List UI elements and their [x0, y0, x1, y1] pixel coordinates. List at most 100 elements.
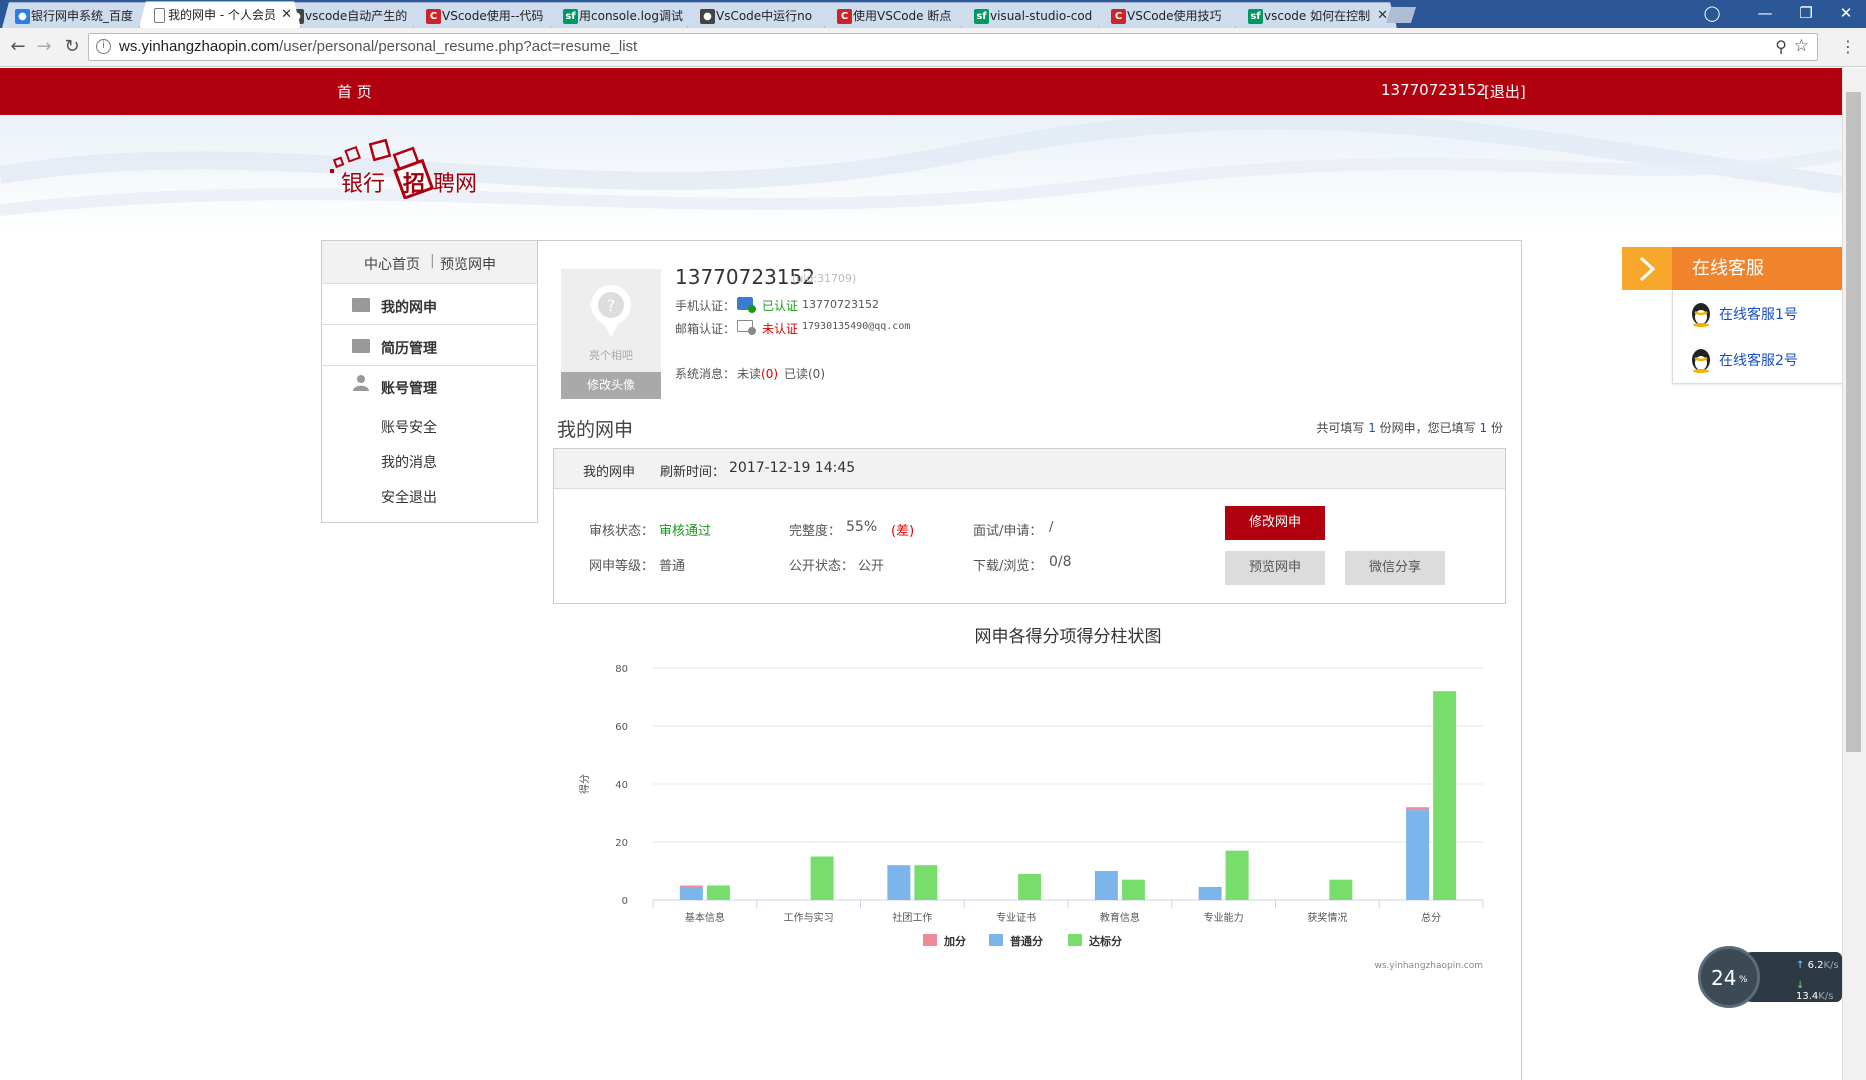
y-tick-label: 40: [615, 780, 628, 791]
x-tick-label: 专业证书: [996, 911, 1036, 924]
browser-tab[interactable]: ●vscode自动产生的✕: [276, 2, 438, 28]
browser-tab-title: 银行网申系统_百度: [31, 9, 134, 23]
new-tab-button[interactable]: [1386, 7, 1416, 23]
info-icon[interactable]: i: [96, 39, 111, 54]
logo-text-right: 聘网: [433, 172, 478, 197]
legend-swatch: [923, 934, 937, 946]
browser-tab[interactable]: CVSCode使用技巧✕: [1098, 2, 1260, 28]
sf-icon: sf: [563, 9, 578, 24]
avatar-placeholder-icon: ?: [591, 285, 631, 337]
download-label: 下载/浏览：: [973, 559, 1043, 574]
avatar: ? 亮个相吧 修改头像: [561, 269, 661, 399]
address-bar: ← → ↻ i ws.yinhangzhaopin.com/user/perso…: [0, 28, 1866, 67]
browser-tab[interactable]: C使用VSCode 断点✕: [824, 2, 986, 28]
service-title: 在线客服: [1672, 247, 1842, 290]
bar-达标分: [810, 856, 834, 900]
browser-tab[interactable]: ●银行网申系统_百度✕: [2, 2, 164, 28]
csdn-c-icon: C: [1111, 9, 1126, 24]
sidebar-item-label: 我的网申: [381, 300, 437, 316]
legend-swatch: [1068, 934, 1082, 946]
browser-tab[interactable]: CVScode使用--代码✕: [413, 2, 575, 28]
csdn-c-icon: C: [837, 9, 852, 24]
net-up-value: 6.2: [1807, 960, 1824, 971]
folder-icon: [352, 339, 370, 353]
summary-text-a: 共可填写: [1316, 421, 1365, 435]
preview-application-button[interactable]: 预览网申: [1225, 551, 1325, 585]
browser-tab[interactable]: ●VsCode中运行no✕: [687, 2, 849, 28]
key-icon[interactable]: ⚲: [1775, 37, 1787, 56]
public-label: 公开状态：: [789, 559, 855, 574]
paw-icon: ●: [700, 9, 715, 24]
browser-tab[interactable]: sfvisual-studio-cod✕: [961, 2, 1123, 28]
phone-auth-status: 已认证: [762, 299, 799, 313]
legend-label: 普通分: [1010, 934, 1043, 948]
close-tab-icon[interactable]: ✕: [1377, 3, 1388, 28]
service-item-1[interactable]: 在线客服1号: [1685, 298, 1840, 328]
sidebar-sub-security[interactable]: 账号安全: [381, 417, 437, 437]
y-tick-label: 20: [615, 838, 628, 849]
browser-tab[interactable]: 我的网申 - 个人会员 ✕: [139, 1, 301, 28]
user-profile-icon[interactable]: ◯: [1692, 0, 1732, 26]
bar-加分: [1406, 807, 1430, 811]
browser-tab-title: VsCode中运行no: [716, 9, 813, 23]
header-banner: 银行 招 聘网: [0, 115, 1842, 235]
sidebar-sub-messages[interactable]: 我的消息: [381, 452, 437, 472]
wechat-share-button[interactable]: 微信分享: [1345, 551, 1445, 585]
page-viewport: 首 页 13770723152 [退出] 银行 招 聘网 中心首页 | 预览网申…: [0, 68, 1842, 1080]
tab-preview[interactable]: 预览网申: [440, 254, 496, 274]
csdn-c-icon: C: [426, 9, 441, 24]
folder-icon: [352, 298, 370, 312]
browser-tab-title: 用console.log调试: [579, 9, 683, 23]
net-down-value: 13.4: [1796, 991, 1819, 1002]
phone-auth-value: 13770723152: [802, 298, 879, 311]
bar-普通分: [887, 865, 911, 900]
x-tick-label: 获奖情况: [1307, 911, 1347, 924]
sidebar-item-my-application[interactable]: 我的网申: [322, 284, 537, 325]
forward-arrow-icon[interactable]: →: [30, 33, 58, 61]
url-input[interactable]: i ws.yinhangzhaopin.com/user/personal/pe…: [88, 33, 1818, 61]
logout-link[interactable]: [退出]: [1484, 81, 1526, 102]
score-bar-chart: 网申各得分项得分柱状图 0 20 40 60 80 得分基本信息 工作与实习 社团工作 专业证书 教…: [579, 627, 1484, 971]
service-item-2[interactable]: 在线客服2号: [1685, 344, 1840, 374]
minimize-icon[interactable]: —: [1745, 0, 1785, 26]
change-avatar-button[interactable]: 修改头像: [561, 372, 661, 399]
profile-uid: (uid:31709): [792, 272, 857, 285]
x-tick-label: 工作与实习: [784, 911, 834, 924]
bookmark-star-icon[interactable]: ☆: [1794, 36, 1809, 56]
y-axis-label: 得分: [579, 774, 591, 794]
close-window-icon[interactable]: ✕: [1826, 0, 1866, 26]
close-tab-icon[interactable]: ✕: [281, 2, 292, 28]
download-value: 0/8: [1049, 554, 1072, 570]
edit-application-button[interactable]: 修改网申: [1225, 506, 1325, 540]
baidu-paw-icon: ●: [15, 9, 30, 24]
msg-read-link[interactable]: 已读(0): [784, 365, 825, 382]
nav-home-link[interactable]: 首 页: [337, 81, 372, 102]
bar-普通分: [1094, 871, 1118, 900]
browser-tab[interactable]: sf vscode 如何在控制 ✕: [1235, 2, 1397, 28]
browser-tab-title: VScode使用--代码: [442, 9, 544, 23]
browser-tab[interactable]: sf用console.log调试✕: [550, 2, 712, 28]
review-status: 审核通过: [659, 524, 712, 539]
service-toggle-button[interactable]: [1622, 247, 1672, 290]
sidebar-sub-logout[interactable]: 安全退出: [381, 487, 437, 507]
msg-unread-link[interactable]: 未读(0): [737, 365, 778, 382]
bar-达标分: [1225, 850, 1249, 900]
level-value: 普通: [659, 559, 686, 574]
browser-tab-title: VSCode使用技巧: [1127, 9, 1222, 23]
restore-icon[interactable]: ❐: [1786, 0, 1826, 26]
sidebar-item-account[interactable]: 账号管理: [322, 366, 537, 401]
back-arrow-icon[interactable]: ←: [4, 33, 32, 61]
scrollbar-thumb[interactable]: [1846, 92, 1861, 752]
completeness-label: 完整度：: [789, 524, 842, 539]
svg-text:?: ?: [607, 296, 616, 315]
chart-title: 网申各得分项得分柱状图: [975, 627, 1162, 647]
site-logo[interactable]: 银行 招 聘网: [327, 139, 497, 209]
sidebar-item-resume[interactable]: 简历管理: [322, 325, 537, 366]
reload-icon[interactable]: ↻: [58, 33, 86, 61]
tab-center-home[interactable]: 中心首页: [364, 254, 420, 274]
menu-icon[interactable]: ⋮: [1834, 33, 1862, 61]
y-tick-label: 0: [622, 896, 628, 907]
bar-达标分: [1121, 879, 1145, 900]
sidebar: 中心首页 | 预览网申 我的网申 简历管理 账号管理 账号安全 我的消息 安全退…: [321, 240, 538, 523]
cpu-gauge[interactable]: 24 %: [1698, 946, 1760, 1008]
